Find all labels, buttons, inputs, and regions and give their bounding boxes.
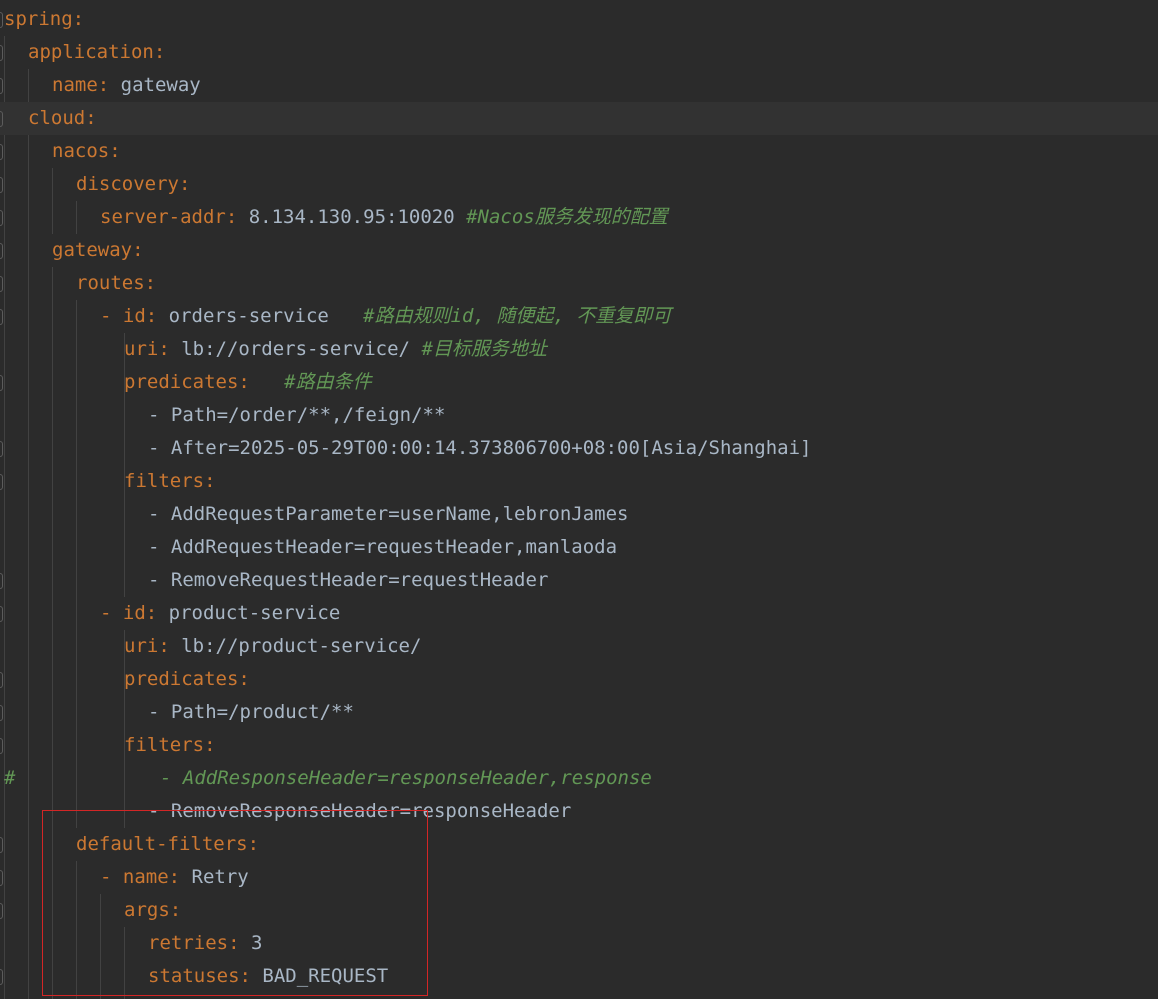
- yaml-value: AddRequestHeader=requestHeader,manlaoda: [170, 536, 618, 558]
- yaml-value: RemoveResponseHeader=responseHeader: [170, 800, 572, 822]
- yaml-key: nacos: [52, 140, 110, 162]
- yaml-value: product-service: [157, 602, 341, 624]
- code-line[interactable]: - id: product-service: [0, 597, 1158, 630]
- yaml-key: filters: [124, 470, 205, 492]
- fold-marker-icon[interactable]: [0, 375, 3, 391]
- yaml-key: cloud: [28, 107, 86, 129]
- yaml-value: 3: [239, 932, 263, 954]
- yaml-value: AddRequestParameter=userName,lebronJames: [170, 503, 629, 525]
- code-line[interactable]: - RemoveResponseHeader=responseHeader: [0, 795, 1158, 828]
- fold-marker-icon[interactable]: [0, 969, 3, 985]
- fold-marker-icon[interactable]: [0, 177, 3, 193]
- yaml-key: args: [124, 899, 170, 921]
- fold-marker-icon[interactable]: [0, 672, 3, 688]
- code-line[interactable]: gateway:: [0, 234, 1158, 267]
- yaml-key: name: [52, 74, 98, 96]
- fold-marker-icon[interactable]: [0, 738, 3, 754]
- code-line[interactable]: - name: Retry: [0, 861, 1158, 894]
- fold-marker-icon[interactable]: [0, 243, 3, 259]
- yaml-key: statuses: [148, 965, 240, 987]
- fold-marker-icon[interactable]: [0, 474, 3, 490]
- yaml-key: discovery: [76, 173, 179, 195]
- yaml-value: BAD_REQUEST: [250, 965, 389, 987]
- code-line[interactable]: - id: orders-service #路由规则id, 随便起, 不重复即可: [0, 300, 1158, 333]
- yaml-value: orders-service: [157, 305, 364, 327]
- code-line[interactable]: uri: lb://orders-service/ #目标服务地址: [0, 333, 1158, 366]
- fold-marker-icon[interactable]: [0, 309, 3, 325]
- yaml-key: filters: [124, 734, 205, 756]
- fold-marker-icon[interactable]: [0, 705, 3, 721]
- code-line[interactable]: uri: lb://product-service/: [0, 630, 1158, 663]
- code-line[interactable]: - After=2025-05-29T00:00:14.373806700+08…: [0, 432, 1158, 465]
- yaml-comment: #路由规则id, 随便起, 不重复即可: [363, 305, 672, 327]
- fold-marker-icon[interactable]: [0, 276, 3, 292]
- fold-marker-icon[interactable]: [0, 837, 3, 853]
- yaml-key: gateway: [52, 239, 133, 261]
- fold-marker-icon[interactable]: [0, 111, 3, 127]
- yaml-key: default-filters: [76, 833, 248, 855]
- code-line[interactable]: predicates: #路由条件: [0, 366, 1158, 399]
- code-line[interactable]: nacos:: [0, 135, 1158, 168]
- yaml-key: name: [122, 866, 169, 888]
- code-line[interactable]: filters:: [0, 729, 1158, 762]
- yaml-comment: #路由条件: [284, 371, 372, 393]
- code-line[interactable]: discovery:: [0, 168, 1158, 201]
- yaml-key: spring: [4, 8, 73, 30]
- code-line[interactable]: - RemoveRequestHeader=requestHeader: [0, 564, 1158, 597]
- code-line[interactable]: args:: [0, 894, 1158, 927]
- fold-marker-icon[interactable]: [0, 12, 3, 28]
- yaml-key: uri: [124, 338, 159, 360]
- code-line[interactable]: default-filters:: [0, 828, 1158, 861]
- code-line[interactable]: # - AddResponseHeader=responseHeader,res…: [0, 762, 1158, 795]
- code-line[interactable]: - Path=/product/**: [0, 696, 1158, 729]
- yaml-comment: - AddResponseHeader=responseHeader,respo…: [160, 767, 652, 789]
- fold-marker-icon[interactable]: [0, 870, 3, 886]
- yaml-value: 8.134.130.95:10020: [237, 206, 467, 228]
- code-line[interactable]: - Path=/order/**,/feign/**: [0, 399, 1158, 432]
- fold-marker-icon[interactable]: [0, 144, 3, 160]
- fold-marker-icon[interactable]: [0, 441, 3, 457]
- yaml-key: application: [28, 41, 154, 63]
- fold-marker-icon[interactable]: [0, 210, 3, 226]
- yaml-key: predicates: [124, 668, 239, 690]
- yaml-value: gateway: [109, 74, 201, 96]
- code-line-current[interactable]: cloud:: [0, 102, 1158, 135]
- yaml-key: predicates: [124, 371, 239, 393]
- yaml-value: RemoveRequestHeader=requestHeader: [170, 569, 549, 591]
- code-line[interactable]: statuses: BAD_REQUEST: [0, 960, 1158, 993]
- fold-marker-icon[interactable]: [0, 903, 3, 919]
- yaml-key: retries: [148, 932, 229, 954]
- code-line[interactable]: retries: 3: [0, 927, 1158, 960]
- yaml-key: id: [122, 305, 146, 327]
- yaml-key: id: [122, 602, 146, 624]
- yaml-value: Path=/product/**: [170, 701, 354, 723]
- yaml-value: After=2025-05-29T00:00:14.373806700+08:0…: [170, 437, 812, 459]
- fold-marker-icon[interactable]: [0, 45, 3, 61]
- yaml-value: Path=/order/**,/feign/**: [170, 404, 446, 426]
- yaml-value: lb://orders-service/: [169, 338, 422, 360]
- yaml-comment: #目标服务地址: [421, 338, 547, 360]
- yaml-key: server-addr: [100, 206, 226, 228]
- comment-hash: #: [4, 767, 16, 789]
- code-line[interactable]: predicates:: [0, 663, 1158, 696]
- code-line[interactable]: routes:: [0, 267, 1158, 300]
- code-line[interactable]: - AddRequestHeader=requestHeader,manlaod…: [0, 531, 1158, 564]
- code-line[interactable]: - AddRequestParameter=userName,lebronJam…: [0, 498, 1158, 531]
- yaml-comment: #Nacos服务发现的配置: [466, 206, 668, 228]
- fold-marker-icon[interactable]: [0, 78, 3, 94]
- yaml-value: Retry: [180, 866, 249, 888]
- fold-marker-icon[interactable]: [0, 606, 3, 622]
- code-line[interactable]: application:: [0, 36, 1158, 69]
- code-line[interactable]: filters:: [0, 465, 1158, 498]
- yaml-key: uri: [124, 635, 159, 657]
- code-line[interactable]: server-addr: 8.134.130.95:10020 #Nacos服务…: [0, 201, 1158, 234]
- yaml-value: lb://product-service/: [169, 635, 422, 657]
- code-line[interactable]: name: gateway: [0, 69, 1158, 102]
- yaml-code-editor[interactable]: spring: application: name: gateway cloud…: [0, 0, 1158, 999]
- code-line[interactable]: spring:: [0, 3, 1158, 36]
- fold-marker-icon[interactable]: [0, 573, 3, 589]
- yaml-key: routes: [76, 272, 145, 294]
- yaml-value: [250, 371, 284, 393]
